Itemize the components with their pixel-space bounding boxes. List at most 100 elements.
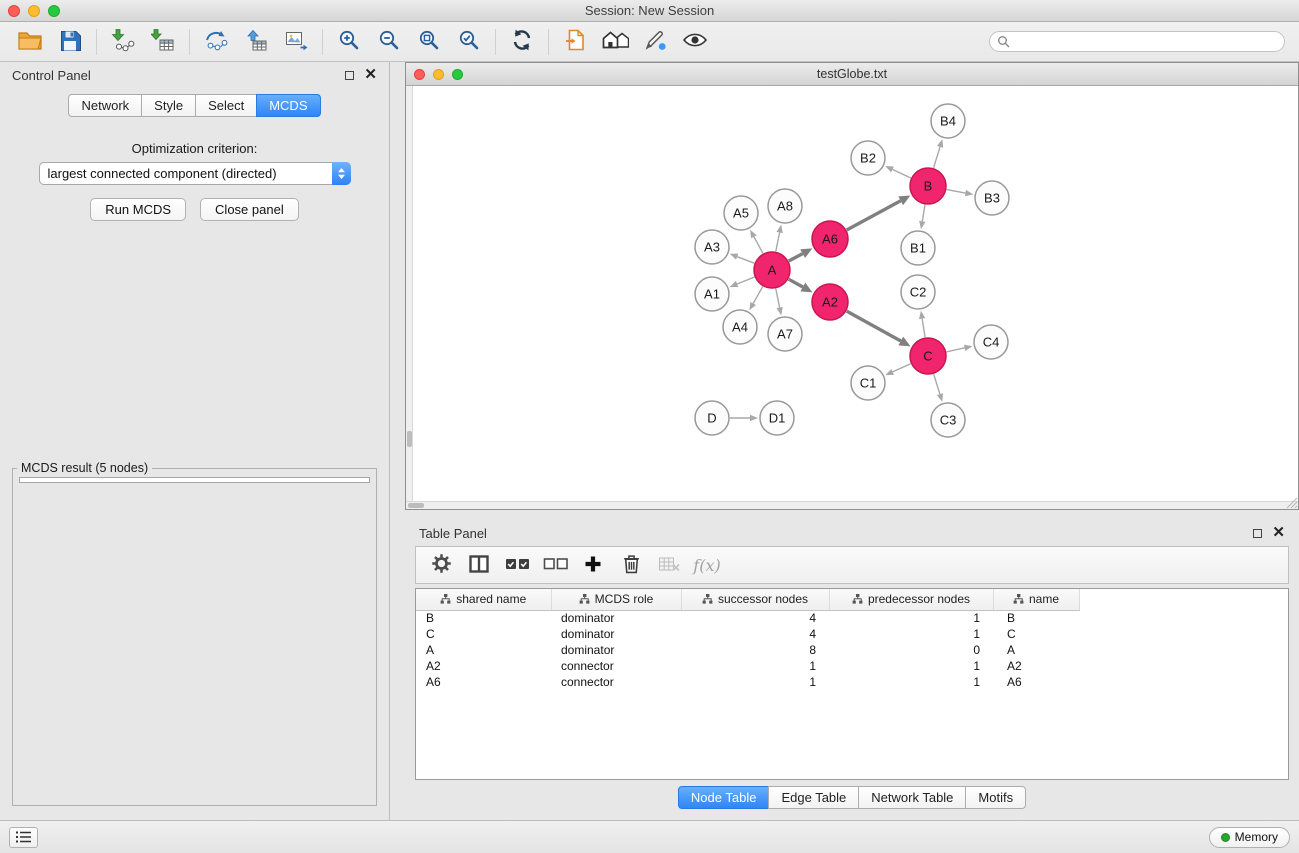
export-image-button[interactable] bbox=[276, 26, 316, 58]
home-button[interactable] bbox=[595, 26, 635, 58]
tab-mcds[interactable]: MCDS bbox=[256, 94, 320, 117]
table-cell[interactable]: 1 bbox=[681, 674, 829, 690]
graph-edge-A2-C[interactable] bbox=[847, 311, 901, 341]
network-canvas[interactable]: B4B2BB3A5A8A6B1A3AC2A1A2A4A7CC4C1C3DD1 bbox=[406, 86, 1298, 509]
table-cell[interactable]: A2 bbox=[993, 658, 1079, 674]
resize-grip[interactable] bbox=[1285, 496, 1298, 509]
zoom-window-button[interactable] bbox=[48, 5, 60, 17]
vertical-scroll-thumb[interactable] bbox=[407, 431, 412, 447]
table-cell[interactable]: A6 bbox=[993, 674, 1079, 690]
table-cell[interactable]: 8 bbox=[681, 642, 829, 658]
table-settings-button[interactable] bbox=[424, 550, 458, 580]
tab-network[interactable]: Network bbox=[68, 94, 142, 117]
float-table-panel-icon[interactable] bbox=[1253, 529, 1262, 538]
table-cell[interactable]: 1 bbox=[829, 610, 993, 626]
table-cell[interactable]: B bbox=[416, 610, 551, 626]
tab-edge-table[interactable]: Edge Table bbox=[768, 786, 859, 809]
table-row[interactable]: Bdominator41B bbox=[416, 610, 1079, 626]
graph-edge-A-A5[interactable] bbox=[754, 237, 763, 254]
table-row[interactable]: A6connector11A6 bbox=[416, 674, 1079, 690]
tab-motifs[interactable]: Motifs bbox=[965, 786, 1026, 809]
tab-style[interactable]: Style bbox=[141, 94, 196, 117]
apply-layout-button[interactable] bbox=[502, 26, 542, 58]
export-table-button[interactable] bbox=[236, 26, 276, 58]
column-header-shared-name[interactable]: shared name bbox=[416, 589, 551, 610]
table-cell[interactable]: A2 bbox=[416, 658, 551, 674]
close-panel-button[interactable]: Close panel bbox=[200, 198, 299, 221]
table-cell[interactable]: 4 bbox=[681, 610, 829, 626]
import-network-button[interactable] bbox=[103, 26, 143, 58]
close-panel-icon[interactable]: ✕ bbox=[364, 69, 377, 81]
canvas-vertical-scrollbar[interactable] bbox=[406, 86, 413, 501]
network-zoom-button[interactable] bbox=[452, 69, 463, 80]
table-row[interactable]: Cdominator41C bbox=[416, 626, 1079, 642]
float-panel-icon[interactable] bbox=[345, 71, 354, 80]
mcds-result-item[interactable]: A2 bbox=[24, 480, 365, 483]
table-cell[interactable]: 1 bbox=[829, 658, 993, 674]
table-cell[interactable]: 0 bbox=[829, 642, 993, 658]
table-row[interactable]: A2connector11A2 bbox=[416, 658, 1079, 674]
graph-edge-A-A7[interactable] bbox=[776, 289, 780, 308]
graph-edge-A-A2[interactable] bbox=[789, 279, 803, 287]
graph-edge-A-A4[interactable] bbox=[753, 287, 762, 304]
minimize-window-button[interactable] bbox=[28, 5, 40, 17]
table-cell[interactable]: 1 bbox=[829, 674, 993, 690]
show-columns-button[interactable] bbox=[462, 550, 496, 580]
table-cell[interactable]: A6 bbox=[416, 674, 551, 690]
graph-edge-A-A6[interactable] bbox=[789, 254, 803, 261]
column-header-mcds-role[interactable]: MCDS role bbox=[551, 589, 681, 610]
table-cell[interactable]: C bbox=[416, 626, 551, 642]
table-row[interactable]: Adominator80A bbox=[416, 642, 1079, 658]
open-document-button[interactable] bbox=[555, 26, 595, 58]
graph-edge-B-B4[interactable] bbox=[934, 147, 940, 168]
graph-edge-B-B1[interactable] bbox=[922, 205, 925, 222]
network-minimize-button[interactable] bbox=[433, 69, 444, 80]
tab-select[interactable]: Select bbox=[195, 94, 257, 117]
graph-edge-B-B3[interactable] bbox=[947, 190, 966, 194]
graph-edge-C-C4[interactable] bbox=[947, 348, 965, 352]
zoom-in-button[interactable] bbox=[329, 26, 369, 58]
add-row-button[interactable] bbox=[576, 550, 610, 580]
graph-edge-C-C2[interactable] bbox=[922, 319, 925, 338]
tab-node-table[interactable]: Node Table bbox=[678, 786, 770, 809]
column-header-name[interactable]: name bbox=[993, 589, 1079, 610]
table-cell[interactable]: dominator bbox=[551, 626, 681, 642]
deselect-all-rows-button[interactable] bbox=[538, 550, 572, 580]
table-cell[interactable]: 1 bbox=[829, 626, 993, 642]
graph-edge-B-B2[interactable] bbox=[892, 169, 910, 178]
zoom-selected-button[interactable] bbox=[449, 26, 489, 58]
table-cell[interactable]: B bbox=[993, 610, 1079, 626]
graph-edge-A-A1[interactable] bbox=[737, 277, 754, 284]
table-cell[interactable]: 4 bbox=[681, 626, 829, 642]
mcds-result-list[interactable]: A2ABCA6 bbox=[19, 477, 370, 483]
network-close-button[interactable] bbox=[414, 69, 425, 80]
graph-edge-A-A3[interactable] bbox=[737, 257, 754, 264]
table-cell[interactable]: dominator bbox=[551, 642, 681, 658]
table-cell[interactable]: A bbox=[416, 642, 551, 658]
horizontal-scroll-thumb[interactable] bbox=[408, 503, 424, 508]
table-cell[interactable]: C bbox=[993, 626, 1079, 642]
table-cell[interactable]: A bbox=[993, 642, 1079, 658]
close-window-button[interactable] bbox=[8, 5, 20, 17]
zoom-out-button[interactable] bbox=[369, 26, 409, 58]
graph-edge-C-C3[interactable] bbox=[934, 374, 940, 394]
table-cell[interactable]: connector bbox=[551, 674, 681, 690]
open-session-button[interactable] bbox=[10, 26, 50, 58]
export-network-button[interactable] bbox=[196, 26, 236, 58]
column-header-predecessor-nodes[interactable]: predecessor nodes bbox=[829, 589, 993, 610]
table-cell[interactable]: connector bbox=[551, 658, 681, 674]
show-hide-button[interactable] bbox=[675, 26, 715, 58]
graph-edge-C-C1[interactable] bbox=[893, 364, 911, 372]
annotations-button[interactable] bbox=[635, 26, 675, 58]
table-cell[interactable]: 1 bbox=[681, 658, 829, 674]
graph-edge-A-A8[interactable] bbox=[776, 232, 780, 251]
select-all-rows-button[interactable] bbox=[500, 550, 534, 580]
run-mcds-button[interactable]: Run MCDS bbox=[90, 198, 186, 221]
memory-button[interactable]: Memory bbox=[1209, 827, 1290, 848]
tab-network-table[interactable]: Network Table bbox=[858, 786, 966, 809]
close-table-panel-icon[interactable]: ✕ bbox=[1272, 527, 1285, 539]
panel-selector-button[interactable] bbox=[9, 827, 38, 848]
graph-edge-A6-B[interactable] bbox=[847, 201, 901, 230]
zoom-fit-button[interactable] bbox=[409, 26, 449, 58]
save-session-button[interactable] bbox=[50, 26, 90, 58]
